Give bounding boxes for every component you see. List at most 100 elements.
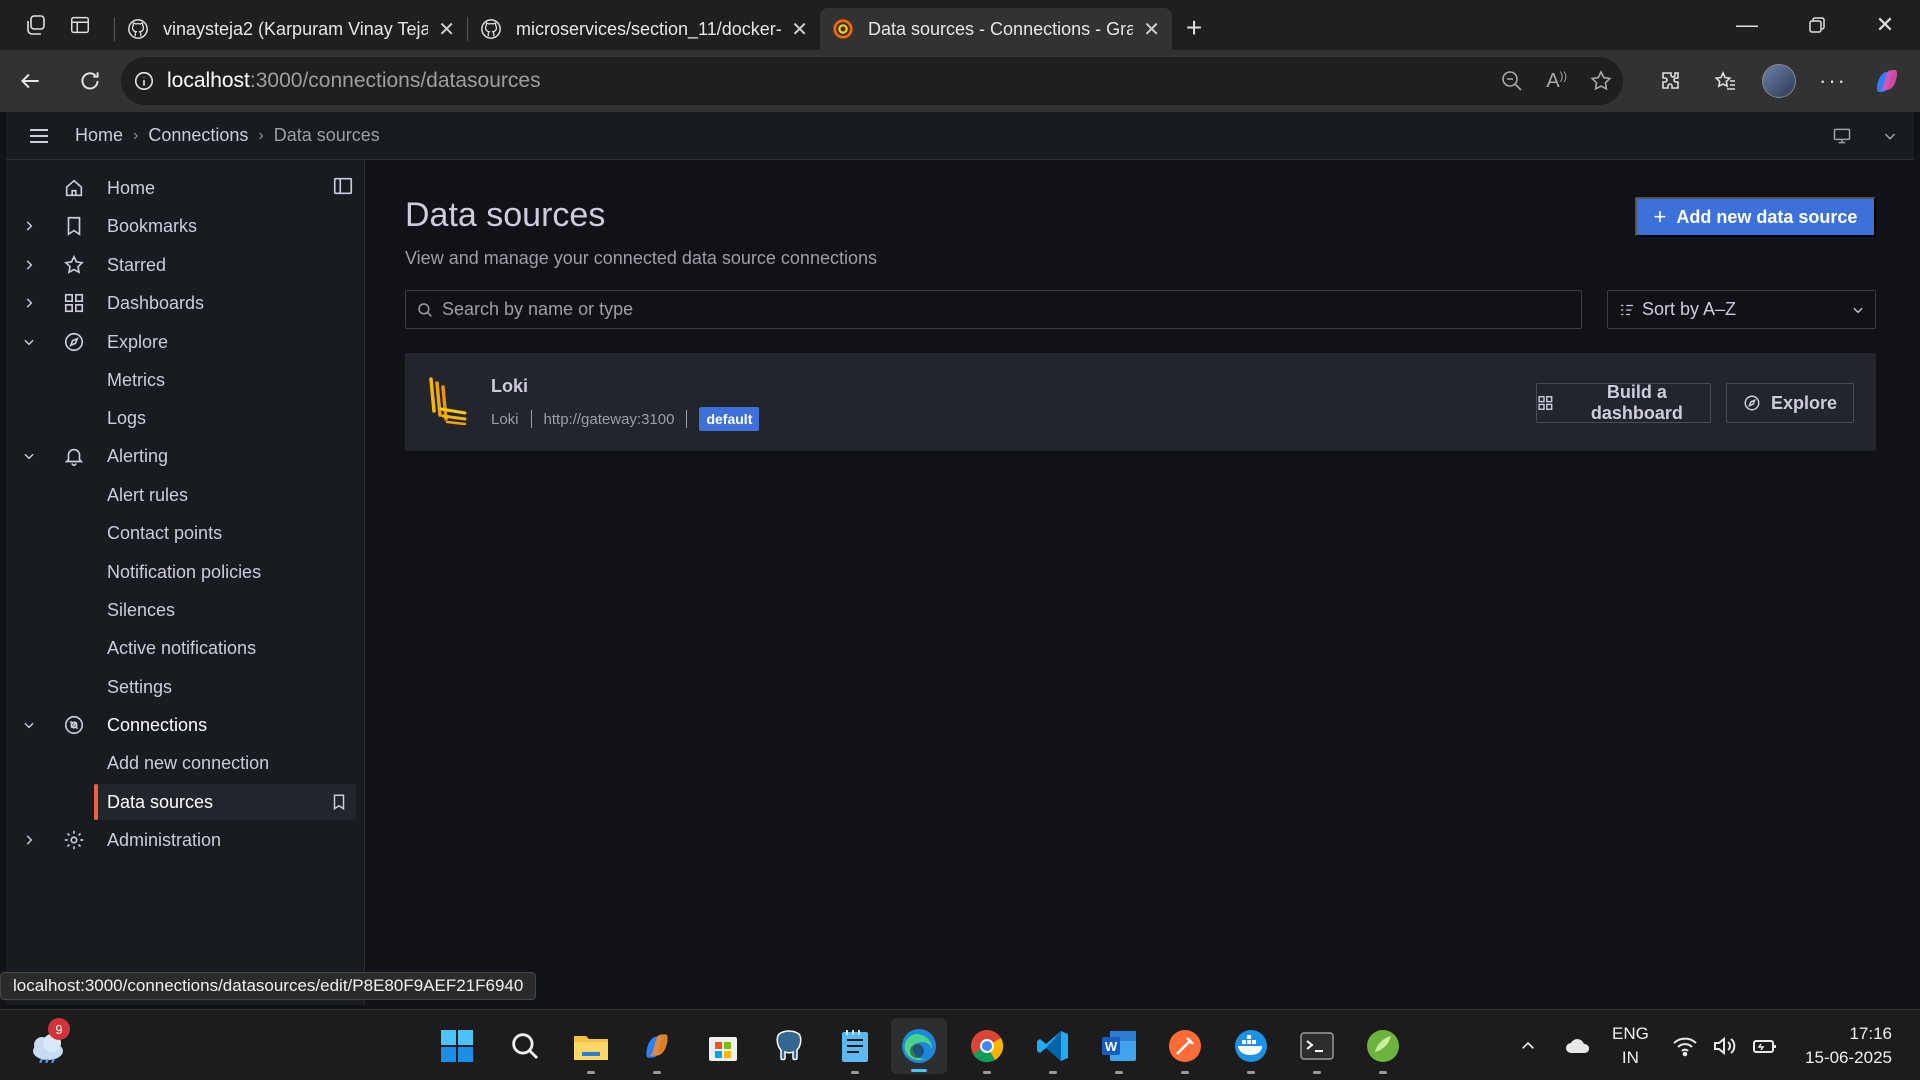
breadcrumb-connections[interactable]: Connections <box>148 125 248 146</box>
battery-icon[interactable] <box>1752 1035 1778 1057</box>
add-new-data-source-button[interactable]: + Add new data source <box>1635 197 1876 237</box>
running-indicator <box>1313 1071 1321 1074</box>
sidebar-item-silences[interactable]: Silences <box>6 592 356 628</box>
notepad-icon[interactable] <box>833 1024 877 1074</box>
sort-select[interactable]: Sort by A–Z <box>1607 290 1876 329</box>
sidebar-item-dashboards[interactable]: Dashboards <box>6 285 356 321</box>
chrome-icon[interactable] <box>965 1024 1009 1074</box>
docker-icon[interactable] <box>1229 1024 1273 1074</box>
sidebar-item-connections[interactable]: Connections <box>6 707 356 743</box>
workspaces-icon[interactable] <box>14 0 58 50</box>
sidebar-item-alert-rules[interactable]: Alert rules <box>6 477 356 513</box>
chevron-down-icon[interactable] <box>22 449 36 463</box>
explore-button[interactable]: Explore <box>1726 383 1854 423</box>
chevron-down-icon[interactable] <box>1866 112 1914 160</box>
favorite-star-icon[interactable] <box>1589 69 1613 93</box>
sidebar-item-label: Dashboards <box>107 292 205 313</box>
chevron-right-icon[interactable] <box>22 296 36 310</box>
datasource-card[interactable]: Loki Loki http://gateway:3100 default Bu… <box>405 353 1876 451</box>
sidebar-item-contact-points[interactable]: Contact points <box>6 515 356 551</box>
sidebar-item-logs[interactable]: Logs <box>6 400 356 436</box>
sidebar-item-label: Bookmarks <box>107 215 198 236</box>
favorites-icon[interactable] <box>1698 50 1752 112</box>
breadcrumb-home[interactable]: Home <box>75 125 123 146</box>
sidebar-item-administration[interactable]: Administration <box>6 822 356 858</box>
sidebar-item-alerting[interactable]: Alerting <box>6 438 356 474</box>
postgresql-icon[interactable] <box>767 1024 811 1068</box>
back-button[interactable] <box>6 57 54 105</box>
wifi-icon[interactable] <box>1672 1035 1698 1057</box>
search-field[interactable] <box>405 290 1582 329</box>
sidebar-item-explore[interactable]: Explore <box>6 324 356 360</box>
edge-browser-icon[interactable] <box>891 1018 947 1074</box>
vscode-icon[interactable] <box>1031 1024 1075 1074</box>
search-taskbar-icon[interactable] <box>503 1024 547 1068</box>
system-clock[interactable]: 17:16 15-06-2025 <box>1805 1022 1892 1070</box>
grafana-topbar: Home › Connections › Data sources <box>6 112 1914 160</box>
read-aloud-icon[interactable]: A)) <box>1546 70 1567 93</box>
chevron-down-icon[interactable] <box>22 335 36 349</box>
sidebar-item-active-notifications[interactable]: Active notifications <box>6 630 356 666</box>
tab-actions-icon[interactable] <box>58 0 102 50</box>
bookmark-icon[interactable] <box>330 793 348 811</box>
browser-toolbar: localhost:3000/connections/datasources A… <box>0 50 1920 112</box>
terminal-icon[interactable] <box>1295 1024 1339 1074</box>
microsoft-store-icon[interactable] <box>701 1024 745 1068</box>
close-tab-icon[interactable]: ✕ <box>438 17 455 42</box>
spring-tools-icon[interactable] <box>1361 1024 1405 1074</box>
datasource-name[interactable]: Loki <box>491 376 528 397</box>
minimize-button[interactable]: — <box>1712 0 1782 50</box>
sidebar-item-label: Contact points <box>107 522 223 543</box>
show-hidden-icons-chevron-up-icon[interactable] <box>1508 1037 1548 1055</box>
sidebar-item-metrics[interactable]: Metrics <box>6 362 356 398</box>
site-info-icon[interactable] <box>133 70 155 92</box>
sidebar-item-data-sources[interactable]: Data sources <box>94 784 356 820</box>
start-button[interactable] <box>435 1024 479 1068</box>
chevron-right-icon[interactable] <box>22 258 36 272</box>
browser-tab-github-profile[interactable]: vinaysteja2 (Karpuram Vinay Teja) ✕ <box>115 8 467 50</box>
close-tab-icon[interactable]: ✕ <box>791 17 808 42</box>
sidebar-item-starred[interactable]: Starred <box>6 247 356 283</box>
volume-icon[interactable] <box>1712 1035 1738 1057</box>
word-icon[interactable]: W <box>1097 1024 1141 1074</box>
menu-toggle-icon[interactable] <box>9 112 69 160</box>
sidebar-item-notification-policies[interactable]: Notification policies <box>6 554 356 590</box>
zoom-out-icon[interactable] <box>1500 69 1524 93</box>
search-input[interactable] <box>442 299 1542 320</box>
onedrive-cloud-icon[interactable] <box>1556 1037 1600 1055</box>
button-label: Add new data source <box>1676 206 1858 227</box>
weather-widget-icon[interactable]: 9 <box>26 1018 70 1068</box>
input-language-indicator[interactable]: ENG IN <box>1612 1022 1649 1070</box>
profile-avatar[interactable] <box>1752 50 1806 112</box>
sidebar-item-bookmarks[interactable]: Bookmarks <box>6 208 356 244</box>
copilot-taskbar-icon[interactable] <box>635 1024 679 1074</box>
chevron-right-icon[interactable] <box>22 833 36 847</box>
windows-taskbar: 9 W ENG IN 17:16 15-06-2025 <box>0 1009 1920 1080</box>
close-tab-icon[interactable]: ✕ <box>1143 17 1160 42</box>
close-window-button[interactable]: ✕ <box>1850 0 1920 50</box>
build-dashboard-button[interactable]: Build a dashboard <box>1536 382 1711 423</box>
copilot-icon[interactable] <box>1860 50 1914 112</box>
refresh-button[interactable] <box>66 57 114 105</box>
sidebar-item-home[interactable]: Home <box>6 170 356 206</box>
browser-tab-github-repo[interactable]: microservices/section_11/docker- ✕ <box>468 8 820 50</box>
chevron-down-icon[interactable] <box>22 718 36 732</box>
file-explorer-icon[interactable] <box>569 1024 613 1074</box>
running-indicator <box>983 1071 991 1074</box>
chevron-right-icon[interactable] <box>22 219 36 233</box>
new-tab-button[interactable]: + <box>1172 7 1216 49</box>
sidebar-item-add-new-connection[interactable]: Add new connection <box>6 745 356 781</box>
address-bar[interactable]: localhost:3000/connections/datasources A… <box>121 57 1623 105</box>
compass-icon <box>64 332 84 352</box>
browser-tab-grafana[interactable]: Data sources - Connections - Graf ✕ <box>820 8 1172 50</box>
running-indicator <box>587 1071 595 1074</box>
postman-icon[interactable] <box>1163 1024 1207 1074</box>
sidebar-item-label: Logs <box>107 407 147 428</box>
restore-button[interactable] <box>1782 0 1852 50</box>
more-menu-icon[interactable]: ··· <box>1806 50 1860 112</box>
tab-title: Data sources - Connections - Graf <box>868 18 1134 39</box>
extensions-icon[interactable] <box>1644 50 1698 112</box>
lang-code: ENG <box>1612 1024 1649 1043</box>
kiosk-mode-icon[interactable] <box>1818 112 1866 160</box>
sidebar-item-settings[interactable]: Settings <box>6 669 356 705</box>
